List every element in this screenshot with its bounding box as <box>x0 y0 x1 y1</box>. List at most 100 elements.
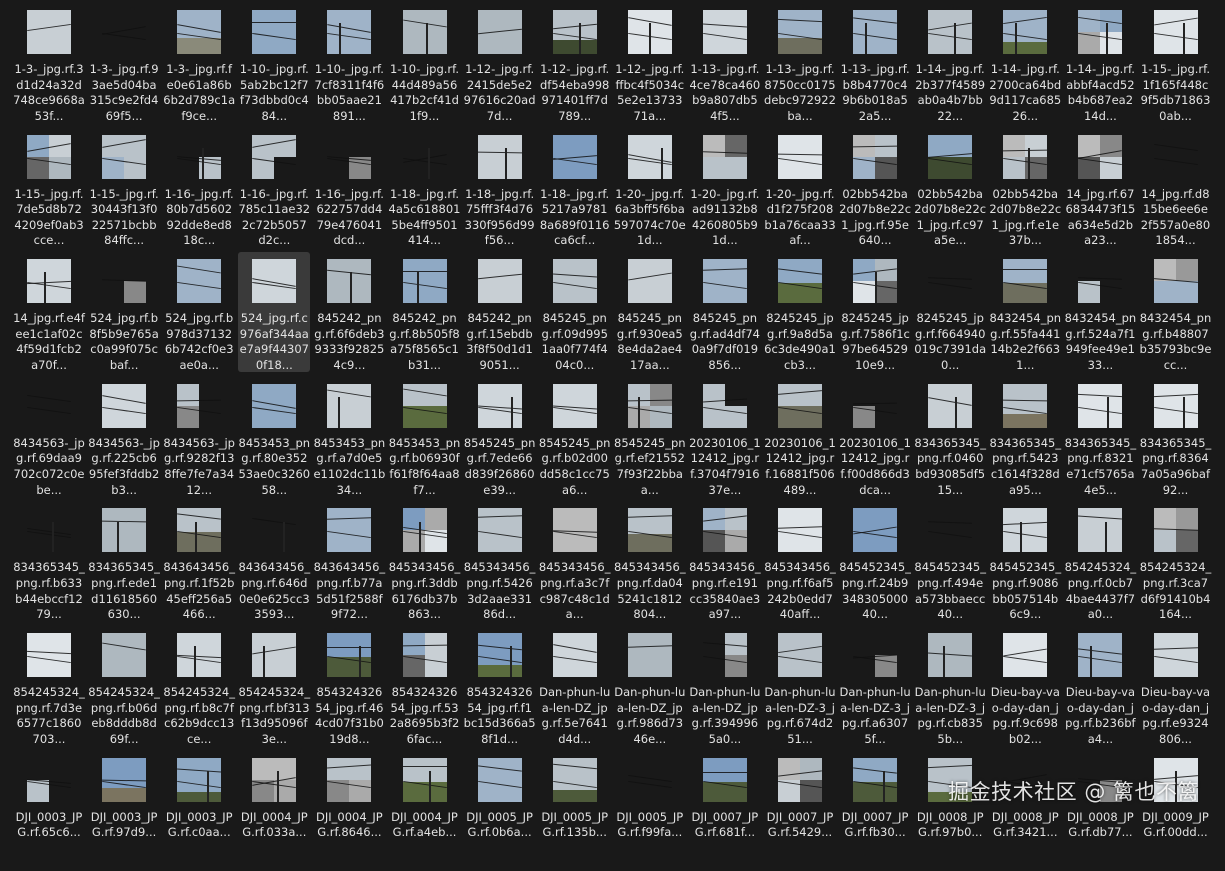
file-item[interactable]: 8434563-_jpg.rf.225cb695fef3fddb2b3... <box>88 377 160 497</box>
file-item[interactable]: Dan-phun-lua-len-DZ_jpg.rf.986d7346e... <box>614 626 686 746</box>
file-item[interactable]: 8432454_png.rf.524a7f1949fee49e133... <box>1064 252 1136 372</box>
file-item[interactable]: 854324326 54_jpg.rf.464cd07f31b019d8... <box>313 626 385 746</box>
file-item[interactable]: 854245324_png.rf.b8c7fc62b9dcc13ce... <box>163 626 235 746</box>
file-item[interactable]: 1-18-_jpg.rf.75fff3f4d76330f956d99f56... <box>464 128 536 248</box>
file-item[interactable]: DJI_0003_JPG.rf.65c6... <box>13 751 85 871</box>
file-item[interactable]: 1-3-_jpg.rf.93ae5d04ba315c9e2fd469f5... <box>88 3 160 123</box>
file-item[interactable]: DJI_0007_JPG.rf.5429... <box>764 751 836 871</box>
file-item[interactable]: Dieu-bay-vao-day-dan_jpg.rf.b236bfa4... <box>1064 626 1136 746</box>
file-item[interactable]: 02bb542ba2d07b8e22c1_jpg.rf.95e640... <box>839 128 911 248</box>
file-item[interactable]: DJI_0003_JPG.rf.97d9... <box>88 751 160 871</box>
file-item[interactable]: 845343456_png.rf.3ddb6176db37b863... <box>389 501 461 621</box>
file-item[interactable]: Dan-phun-lua-len-DZ_jpg.rf.3949965a0... <box>689 626 761 746</box>
file-item[interactable]: 845452345_png.rf.24b934830500040... <box>839 501 911 621</box>
file-item[interactable]: Dan-phun-lua-len-DZ-3_jpg.rf.674d251... <box>764 626 836 746</box>
file-item[interactable]: 1-16-_jpg.rf.622757dd479e476041dcd... <box>313 128 385 248</box>
file-item[interactable]: DJI_0005_JPG.rf.135b... <box>539 751 611 871</box>
file-item[interactable]: 834365345_png.rf.ede1d11618560630... <box>88 501 160 621</box>
file-item[interactable]: 854245324_png.rf.0cb74bae4437f7a0... <box>1064 501 1136 621</box>
file-item[interactable]: DJI_0005_JPG.rf.0b6a... <box>464 751 536 871</box>
file-item[interactable]: 1-12-_jpg.rf.ffbc4f5034c5e2e1373371a... <box>614 3 686 123</box>
file-item[interactable]: 1-10-_jpg.rf.7cf8311f4f6bb05aae21891... <box>313 3 385 123</box>
file-item[interactable]: 02bb542ba2d07b8e22c1_jpg.rf.c97a5e... <box>914 128 986 248</box>
file-item[interactable]: 845343456_png.rf.da045241c1812804... <box>614 501 686 621</box>
file-item[interactable]: 854245324_png.rf.7d3e6577c1860703... <box>13 626 85 746</box>
file-item[interactable]: 1-20-_jpg.rf.6a3bff5f6ba597074c70e1d... <box>614 128 686 248</box>
file-item[interactable]: DJI_0009_JPG.rf.00dd... <box>1140 751 1212 871</box>
file-item[interactable]: 8432454_png.rf.b48807b35793bc9ecc... <box>1140 252 1212 372</box>
file-item[interactable]: Dan-phun-lua-len-DZ-3_jpg.rf.cb8355b... <box>914 626 986 746</box>
file-item[interactable]: 8453453_png.rf.a7d0e5e1102dc11b34... <box>313 377 385 497</box>
file-item[interactable]: 20230106_112412_jpg.rf.f00d866d3dca... <box>839 377 911 497</box>
file-item[interactable]: 524_jpg.rf.c976af344aae7a9f443070f18... <box>238 252 311 373</box>
file-item[interactable]: 845452345_png.rf.494ea573bbaecc40... <box>914 501 986 621</box>
file-item[interactable]: 14_jpg.rf.d815be6ee6e2f557a0e801854... <box>1140 128 1212 248</box>
file-item[interactable]: 1-13-_jpg.rf.b8b4770c49b6b018a52a5... <box>839 3 911 123</box>
file-item[interactable]: DJI_0008_JPG.rf.97b0... <box>914 751 986 871</box>
file-item[interactable]: 20230106_112412_jpg.rf.3704f791637e... <box>689 377 761 497</box>
file-item[interactable]: DJI_0007_JPG.rf.681f... <box>689 751 761 871</box>
file-item[interactable]: 1-10-_jpg.rf.5ab2bc12f7f73dbbd0c484... <box>238 3 310 123</box>
file-item[interactable]: DJI_0004_JPG.rf.033a... <box>238 751 310 871</box>
file-item[interactable]: 1-18-_jpg.rf.4a5c6188015be4ff9501414... <box>389 128 461 248</box>
file-item[interactable]: 834365345_png.rf.b633b44ebccf1279... <box>13 501 85 621</box>
file-item[interactable]: 8245245_jpg.rf.7586f1c97be6452910e9... <box>839 252 911 372</box>
file-item[interactable]: 854245324_png.rf.b06deb8dddb8d69f... <box>88 626 160 746</box>
file-item[interactable]: 1-16-_jpg.rf.80b7d560292dde8ed818c... <box>163 128 235 248</box>
file-item[interactable]: 8245245_jpg.rf.f664940019c7391da0... <box>914 252 986 372</box>
file-item[interactable]: 1-12-_jpg.rf.df54eba998971401ff7d789... <box>539 3 611 123</box>
file-item[interactable]: 1-14-_jpg.rf.2700ca64bd9d117ca68526... <box>989 3 1061 123</box>
file-item[interactable]: 1-13-_jpg.rf.4ce78ca460b9a807db54f5... <box>689 3 761 123</box>
file-item[interactable]: 845343456_png.rf.f6af5242b0edd740aff... <box>764 501 836 621</box>
file-item[interactable]: 1-14-_jpg.rf.2b377f4589ab0a4b7bb22... <box>914 3 986 123</box>
file-item[interactable]: Dan-phun-lua-len-DZ_jpg.rf.5e7641d4d... <box>539 626 611 746</box>
file-item[interactable]: 843643456_png.rf.b77a5d51f2588f9f72... <box>313 501 385 621</box>
file-item[interactable]: 845245_png.rf.930ea58e4da2ae417aa... <box>614 252 686 372</box>
file-item[interactable]: 1-3-_jpg.rf.3d1d24a32d748ce9668a53f... <box>13 3 85 123</box>
file-item[interactable]: 845343456_png.rf.e191cc35840ae3a97... <box>689 501 761 621</box>
file-item[interactable]: 834365345_png.rf.0460bd93085df515... <box>914 377 986 497</box>
file-item[interactable]: DJI_0004_JPG.rf.a4eb... <box>389 751 461 871</box>
file-item[interactable]: 1-18-_jpg.rf.5217a97818a689f0116ca6cf... <box>539 128 611 248</box>
file-item[interactable]: 02bb542ba2d07b8e22c1_jpg.rf.e1e37b... <box>989 128 1061 248</box>
file-item[interactable]: 834365345_png.rf.8321e71cf5765a4e5... <box>1064 377 1136 497</box>
file-item[interactable]: 8545245_png.rf.b02d00dd58c1cc75a6... <box>539 377 611 497</box>
file-item[interactable]: 845242_png.rf.8b505f8a75f8565c1b31... <box>389 252 461 372</box>
file-item[interactable]: 8432454_png.rf.55fa44114b2e2f6631... <box>989 252 1061 372</box>
file-item[interactable]: 1-16-_jpg.rf.785c11ae322c72b5057d2c... <box>238 128 310 248</box>
file-item[interactable]: 1-14-_jpg.rf.abbf4acd52b4b687ea214d... <box>1064 3 1136 123</box>
file-item[interactable]: 1-10-_jpg.rf.44d489a56417b2cf41d1f9... <box>389 3 461 123</box>
file-item[interactable]: 854245324_png.rf.bf313f13d95096f3e... <box>238 626 310 746</box>
file-item[interactable]: 1-15-_jpg.rf.30443f13f022571bcbb84ffc... <box>88 128 160 248</box>
file-item[interactable]: 845245_png.rf.ad4df740a9f7df019856... <box>689 252 761 372</box>
file-item[interactable]: Dan-phun-lua-len-DZ-3_jpg.rf.a63075f... <box>839 626 911 746</box>
file-item[interactable]: 1-15-_jpg.rf.1f165f448c9f5db718630ab... <box>1140 3 1212 123</box>
file-item[interactable]: 8545245_png.rf.ef215527f93f22bbaa... <box>614 377 686 497</box>
file-item[interactable]: 8453453_png.rf.b06930ff61f8f64aa8f7... <box>389 377 461 497</box>
file-item[interactable]: DJI_0008_JPG.rf.db77... <box>1064 751 1136 871</box>
file-item[interactable]: DJI_0003_JPG.rf.c0aa... <box>163 751 235 871</box>
file-item[interactable]: 845242_png.rf.6f6deb39333f928254c9... <box>313 252 385 372</box>
file-item[interactable]: 8453453_png.rf.80e35253ae0c326058... <box>238 377 310 497</box>
file-item[interactable]: DJI_0004_JPG.rf.8646... <box>313 751 385 871</box>
file-item[interactable]: 845452345_png.rf.9086bb057514b6c9... <box>989 501 1061 621</box>
file-item[interactable]: 845343456_png.rf.54263d2aae33186d... <box>464 501 536 621</box>
file-item[interactable]: 14_jpg.rf.e4fee1c1af02c4f59d1fcb2a70f... <box>13 252 85 372</box>
file-item[interactable]: DJI_0008_JPG.rf.3421... <box>989 751 1061 871</box>
file-item[interactable]: 854324326 54_jpg.rf.532a8695b3f26fac... <box>389 626 461 746</box>
file-item[interactable]: Dieu-bay-vao-day-dan_jpg.rf.9c698b02... <box>989 626 1061 746</box>
file-item[interactable]: 834365345_png.rf.5423c1614f328da95... <box>989 377 1061 497</box>
file-item[interactable]: 845242_png.rf.15ebdb3f8f50d1d19051... <box>464 252 536 372</box>
file-item[interactable]: 1-20-_jpg.rf.ad91132b84260805b91d... <box>689 128 761 248</box>
file-item[interactable]: DJI_0007_JPG.rf.fb30... <box>839 751 911 871</box>
file-item[interactable]: 854324326 54_jpg.rf.f1bc15d366a58f1d... <box>464 626 536 746</box>
file-item[interactable]: 8545245_png.rf.7ede66d839f26860e39... <box>464 377 536 497</box>
file-item[interactable]: 1-12-_jpg.rf.2415de5e297616c20ad7d... <box>464 3 536 123</box>
file-item[interactable]: 524_jpg.rf.b8f5b9e765ac0a99f075cbaf... <box>88 252 160 372</box>
file-item[interactable]: 845245_png.rf.09d9951aa0f774f404c0... <box>539 252 611 372</box>
file-item[interactable]: 845343456_png.rf.a3c7fc987c48c1da... <box>539 501 611 621</box>
file-item[interactable]: 843643456_png.rf.1f52b45eff256a5466... <box>163 501 235 621</box>
file-item[interactable]: 1-13-_jpg.rf.8750cc0175debc972922ba... <box>764 3 836 123</box>
file-item[interactable]: Dieu-bay-vao-day-dan_jpg.rf.e9324806... <box>1140 626 1212 746</box>
file-item[interactable]: 834365345_png.rf.83647a05a96baf92... <box>1140 377 1212 497</box>
